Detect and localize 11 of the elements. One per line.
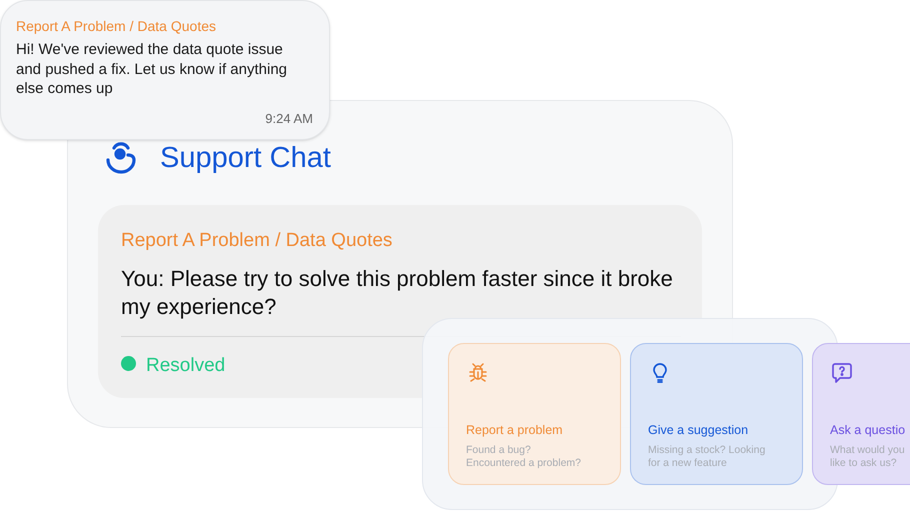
option-card[interactable]: Give a suggestion Missing a stock? Looking for a new feature [630,343,803,485]
option-card[interactable]: Report a problem Found a bug? Encountered a problem? [448,343,621,485]
bubble-topic: Report A Problem / Data Quotes [16,17,216,36]
question-bubble-icon [830,361,854,385]
ticket-message: You: Please try to solve this problem faster since it broke my experience? [121,265,674,321]
bubble-message: Hi! We've reviewed the data quote issue and pushed a fix. Let us know if anything else comes up [16,40,288,98]
option-card[interactable]: Ask a questio What would you like to ask us? [812,343,910,485]
bubble-time: 9:24 AM [264,110,313,128]
status-label: Resolved [146,354,226,378]
chat-title: Support Chat [160,141,331,176]
ticket-topic: Report A Problem / Data Quotes [121,229,392,253]
